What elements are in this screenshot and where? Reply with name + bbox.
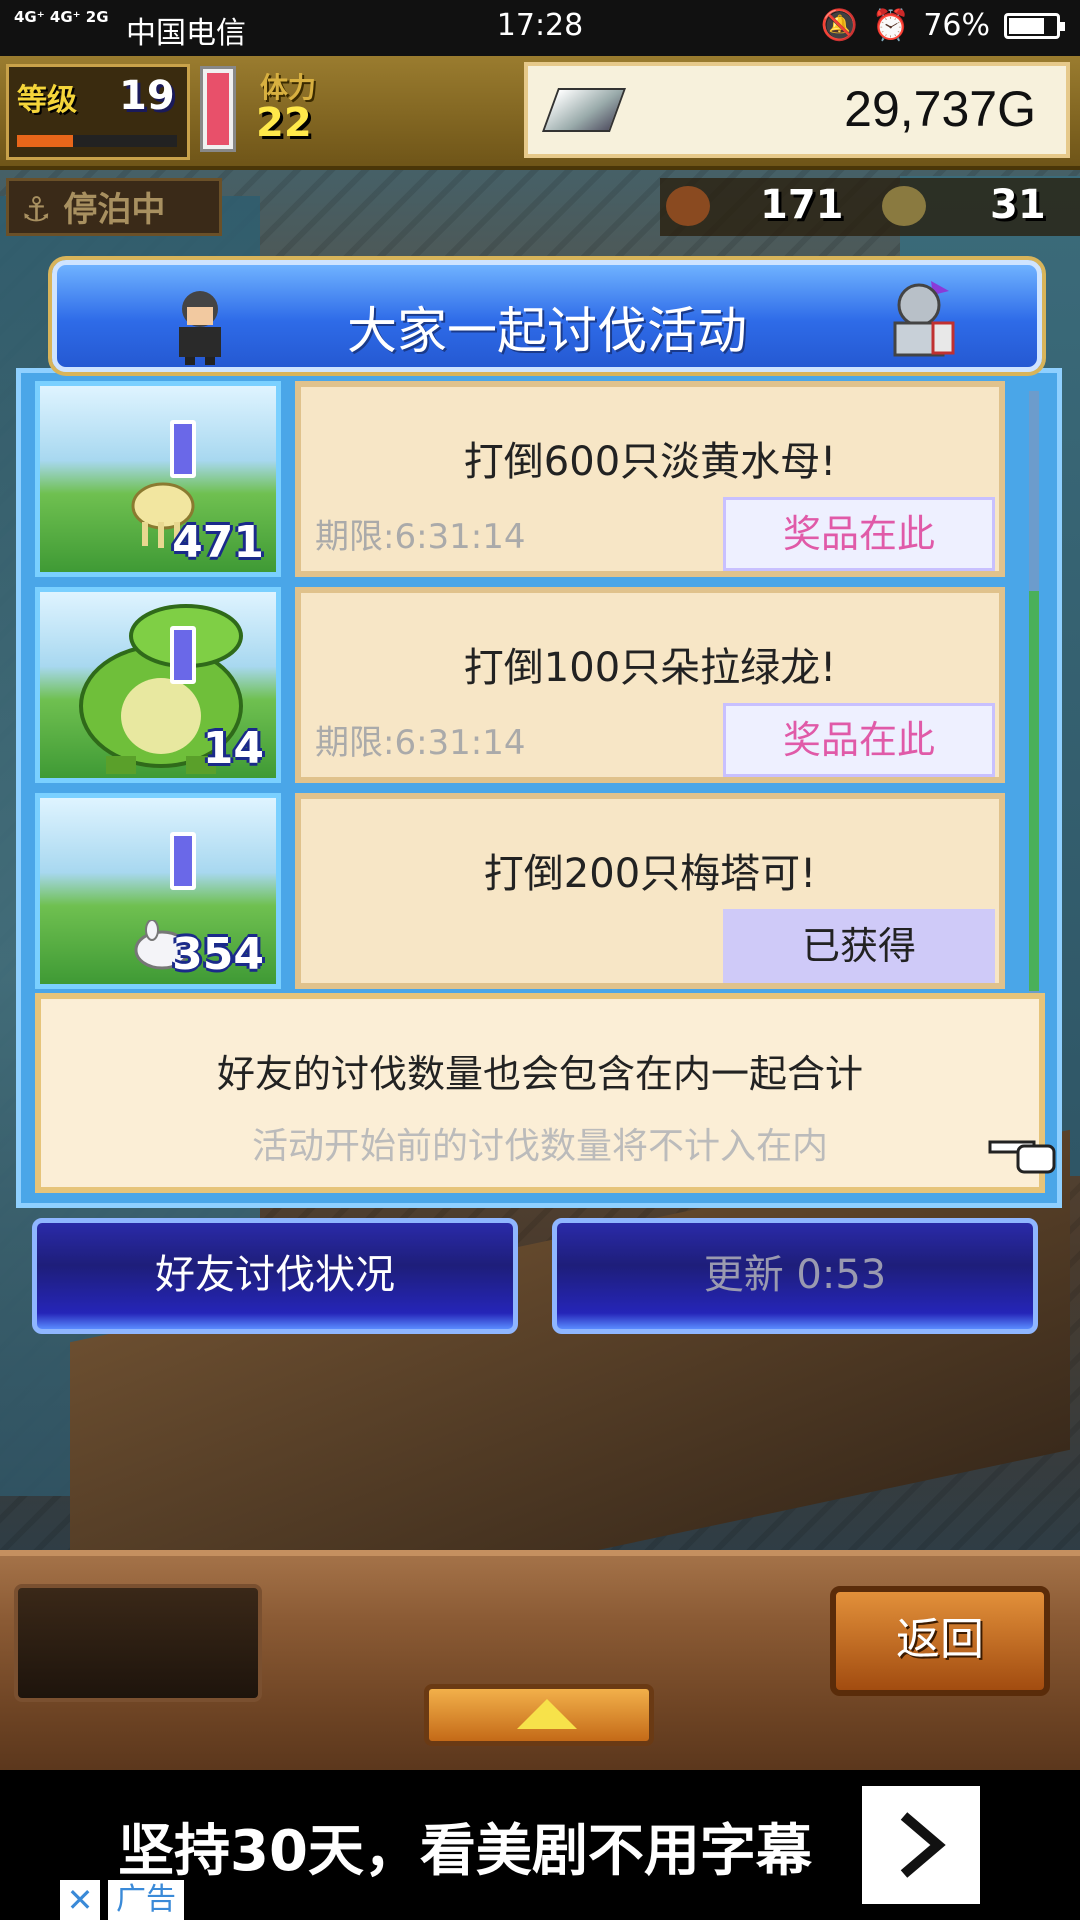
quest-card: 打倒100只朵拉绿龙! 期限:6:31:14 奖品在此 [295, 587, 1005, 783]
obtained-button[interactable]: 已获得 [723, 909, 995, 983]
kill-count: 471 [172, 517, 264, 568]
quest-row: 354 打倒200只梅塔可! 已获得 [35, 793, 1025, 993]
stamina-value: 22 [256, 100, 312, 146]
pointer-hand-icon [988, 1140, 1056, 1174]
expand-up-button[interactable] [424, 1684, 654, 1746]
empty-slot [14, 1584, 262, 1702]
quest-list: 471 打倒600只淡黄水母! 期限:6:31:14 奖品在此 14 打倒100… [16, 368, 1062, 1208]
event-title-bar: 大家一起讨伐活动 [52, 260, 1042, 372]
friends-status-button[interactable]: 好友讨伐状况 [32, 1218, 518, 1334]
quest-row: 471 打倒600只淡黄水母! 期限:6:31:14 奖品在此 [35, 381, 1025, 581]
resource-row: 171 31 [660, 178, 1080, 236]
exclamation-icon [170, 832, 196, 890]
anchor-icon: ⚓ [21, 190, 52, 230]
level-box: 等级 19 [6, 64, 190, 160]
notice-sub-text: 活动开始前的讨伐数量将不计入在内 [251, 1126, 828, 1167]
stamina-gauge-fill [207, 73, 229, 145]
jellyfish-portrait: 471 [35, 381, 281, 577]
prize-button[interactable]: 奖品在此 [723, 497, 995, 571]
level-value: 19 [119, 73, 175, 119]
quest-title: 打倒100只朵拉绿龙! [463, 645, 837, 691]
level-label: 等级 [17, 83, 77, 118]
battery-icon [1004, 12, 1065, 39]
chevron-right-icon [900, 1812, 946, 1878]
silver-ingot-icon [541, 88, 627, 132]
exp-bar-fill [17, 135, 73, 147]
knight-character-icon [893, 281, 955, 357]
anchor-status: ⚓ 停泊中 [6, 178, 222, 236]
battery-percent: 76% [923, 8, 990, 43]
top-hud: 等级 19 体力 22 29,737G [0, 56, 1080, 170]
ad-banner[interactable]: 坚持30天，看美剧不用字幕 ✕ 广告 [0, 1770, 1080, 1920]
status-icons: 🔕 ⏰ 76% [820, 8, 1065, 43]
quest-row: 14 打倒100只朵拉绿龙! 期限:6:31:14 奖品在此 [35, 587, 1025, 787]
quest-card: 打倒200只梅塔可! 已获得 [295, 793, 1005, 989]
up-arrow-icon [517, 1699, 577, 1729]
exp-bar [17, 135, 177, 147]
notice-main-text: 好友的讨伐数量也会包含在内一起合计 [216, 1052, 863, 1096]
quest-deadline: 期限:6:31:14 [315, 517, 526, 557]
rabbit-portrait: 354 [35, 793, 281, 989]
kill-count: 14 [202, 723, 264, 774]
scrollbar[interactable] [1029, 391, 1039, 996]
notice-box: 好友的讨伐数量也会包含在内一起合计 活动开始前的讨伐数量将不计入在内 [35, 993, 1045, 1193]
back-button[interactable]: 返回 [830, 1586, 1050, 1696]
scroll-thumb[interactable] [1029, 591, 1039, 991]
gold-display: 29,737G [524, 62, 1070, 158]
dragon-portrait: 14 [35, 587, 281, 783]
exclamation-icon [170, 626, 196, 684]
event-panel: 471 打倒600只淡黄水母! 期限:6:31:14 奖品在此 14 打倒100… [16, 260, 1062, 1212]
prize-button[interactable]: 奖品在此 [723, 703, 995, 777]
coin-icon [882, 186, 926, 226]
resource-coin-count: 31 [990, 182, 1046, 228]
kill-count: 354 [172, 929, 264, 980]
refresh-button[interactable]: 更新 0:53 [552, 1218, 1038, 1334]
quest-title: 打倒200只梅塔可! [483, 851, 817, 897]
quest-title: 打倒600只淡黄水母! [463, 439, 837, 485]
alarm-icon: ⏰ [871, 8, 910, 43]
exclamation-icon [170, 420, 196, 478]
stamina-gauge [200, 66, 236, 152]
battery-level [1009, 17, 1044, 34]
gold-amount: 29,737G [844, 81, 1036, 137]
ad-arrow-button[interactable] [862, 1786, 980, 1904]
ad-close-icon[interactable]: ✕ [60, 1880, 100, 1920]
food-icon [666, 186, 710, 226]
anchor-status-label: 停泊中 [63, 190, 166, 230]
ad-label: 广告 [108, 1880, 184, 1920]
silent-bell-icon: 🔕 [820, 8, 858, 43]
bottom-wood-bar: 返回 [0, 1550, 1080, 1776]
quest-deadline: 期限:6:31:14 [315, 723, 526, 763]
quest-card: 打倒600只淡黄水母! 期限:6:31:14 奖品在此 [295, 381, 1005, 577]
ad-text: 坚持30天，看美剧不用字幕 [118, 1819, 812, 1884]
resource-food-count: 171 [760, 182, 844, 228]
status-bar: 4G⁺ 4G⁺ 2G 中国电信 17:28 🔕 ⏰ 76% [0, 0, 1080, 56]
